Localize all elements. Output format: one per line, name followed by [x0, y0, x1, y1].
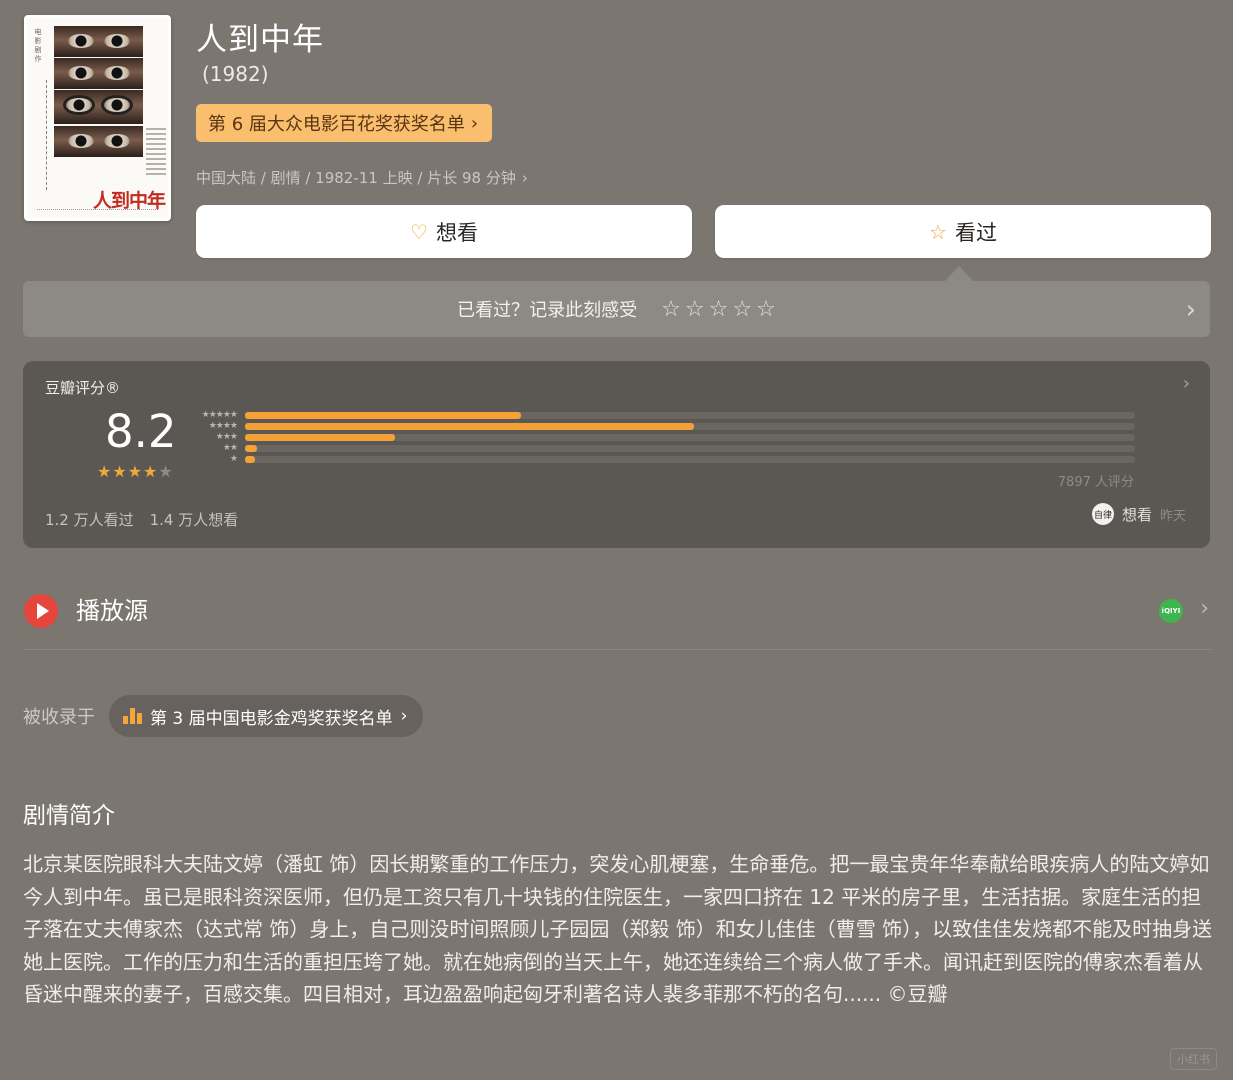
poster-eyes-image — [54, 126, 143, 157]
rating-bar-track — [245, 434, 1135, 441]
rating-bar-fill — [245, 423, 695, 430]
rating-distribution-row: ★★★★ — [191, 421, 1135, 432]
poster-side-text: 电影剧作 — [34, 28, 42, 64]
rating-count: 7897 人评分 — [1057, 475, 1134, 490]
movie-meta-text: 中国大陆 / 剧情 / 1982-11 上映 / 片长 98 分钟 — [196, 169, 516, 187]
want-count: 1.4 万人想看 — [149, 511, 239, 529]
ranking-icon — [123, 708, 142, 724]
want-to-watch-label: 想看 — [435, 220, 478, 245]
collected-list-name: 第 3 届中国电影金鸡奖获奖名单 — [150, 708, 393, 729]
play-source-title: 播放源 — [76, 597, 148, 625]
rating-row-stars: ★ — [229, 454, 238, 464]
star-filled-icon: ★ — [127, 462, 143, 481]
rating-distribution: ★★★★★ ★★★★ ★★★ ★★ ★ — [191, 410, 1135, 465]
friend-activity[interactable]: 自律 想看 昨天 — [1091, 503, 1186, 525]
rating-distribution-row: ★★★ — [191, 432, 1135, 443]
rating-bar-track — [245, 423, 1135, 430]
collected-list-chip[interactable]: 第 3 届中国电影金鸡奖获奖名单 › — [109, 695, 424, 737]
play-icon — [24, 594, 58, 628]
avatar: 自律 — [1091, 503, 1114, 525]
seen-count: 1.2 万人看过 — [45, 511, 134, 529]
star-filled-icon: ★ — [97, 462, 112, 481]
star-filled-icon: ★ — [143, 462, 158, 481]
rating-row-stars: ★★ — [222, 443, 238, 453]
synopsis-text: 北京某医院眼科大夫陆文婷（潘虹 饰）因长期繁重的工作压力，突发心肌梗塞，生命垂危… — [23, 852, 1213, 1006]
movie-poster[interactable]: 电影剧作 人到中年 — [24, 15, 171, 221]
star-filled-icon: ★ — [112, 462, 127, 481]
rating-stars-input[interactable]: ☆ ☆ ☆ ☆ ☆ — [661, 297, 776, 322]
star-outline-icon[interactable]: ☆ — [756, 297, 776, 322]
star-outline-icon[interactable]: ☆ — [709, 297, 729, 322]
heart-plus-icon: ♡ — [410, 219, 428, 244]
poster-eyes-glasses-image — [54, 90, 143, 124]
synopsis-title: 剧情简介 — [23, 803, 115, 829]
iqiyi-icon: iQIYI — [1159, 599, 1183, 623]
star-outline-icon: ☆ — [929, 219, 947, 244]
rating-row-stars: ★★★ — [215, 432, 238, 442]
star-outline-icon[interactable]: ☆ — [685, 297, 705, 322]
chevron-right-icon: › — [1200, 596, 1209, 621]
poster-eyes-image — [54, 58, 143, 89]
movie-meta[interactable]: 中国大陆 / 剧情 / 1982-11 上映 / 片长 98 分钟 › — [196, 167, 528, 188]
collected-in: 被收录于 第 3 届中国电影金鸡奖获奖名单 › — [23, 695, 424, 737]
chevron-right-icon: › — [470, 112, 479, 134]
watched-label: 看过 — [954, 220, 997, 245]
rating-label: 豆瓣评分® — [45, 379, 121, 397]
rating-distribution-row: ★★ — [191, 443, 1135, 454]
record-prompt: 已看过？记录此刻感受 — [457, 300, 638, 321]
rating-score: 8.2 — [105, 405, 177, 458]
movie-year: (1982) — [202, 62, 269, 86]
chevron-right-icon: › — [521, 168, 528, 187]
rating-stars: ★ ★ ★ ★ ★ — [97, 462, 173, 481]
chevron-right-icon[interactable]: › — [1183, 373, 1190, 394]
friend-action: 想看 — [1121, 505, 1152, 524]
rating-row-stars: ★★★★ — [208, 421, 238, 431]
collected-label: 被收录于 — [23, 707, 95, 728]
chevron-right-icon: › — [400, 706, 408, 726]
rating-row-stars: ★★★★★ — [201, 410, 238, 420]
rating-distribution-row: ★ — [191, 454, 1135, 465]
award-badge[interactable]: 第 6 届大众电影百花奖获奖名单 › — [196, 104, 493, 142]
star-outline-icon[interactable]: ☆ — [661, 297, 681, 322]
record-feeling-bar[interactable]: 已看过？记录此刻感受 ☆ ☆ ☆ ☆ ☆ › — [23, 281, 1210, 337]
chevron-right-icon: › — [1185, 295, 1196, 325]
movie-title: 人到中年 — [196, 22, 324, 58]
rating-bar-fill — [245, 434, 395, 441]
friend-time: 昨天 — [1159, 508, 1186, 524]
star-empty-icon: ★ — [158, 462, 173, 481]
award-badge-label: 第 6 届大众电影百花奖获奖名单 — [208, 114, 465, 135]
watch-stats: 1.2 万人看过 1.4 万人想看 — [45, 509, 238, 530]
rating-bar-track — [245, 456, 1135, 463]
play-source-row[interactable]: 播放源 iQIYI › — [24, 594, 1211, 649]
rating-bar-fill — [245, 445, 258, 452]
divider — [24, 649, 1211, 650]
rating-bar-track — [245, 445, 1135, 452]
watermark: 小红书 — [1170, 1048, 1217, 1070]
poster-eyes-image — [54, 26, 143, 57]
rating-bar-fill — [245, 456, 255, 463]
watched-button[interactable]: ☆ 看过 — [715, 205, 1211, 258]
douban-rating-card[interactable]: 豆瓣评分® › 8.2 ★ ★ ★ ★ ★ ★★★★★ ★★★★ ★★★ ★★ ★ 7897 人… — [23, 361, 1210, 548]
rating-distribution-row: ★★★★★ — [191, 410, 1135, 421]
star-outline-icon[interactable]: ☆ — [732, 297, 752, 322]
pointer-arrow — [945, 266, 973, 281]
rating-bar-track — [245, 412, 1135, 419]
rating-bar-fill — [245, 412, 521, 419]
want-to-watch-button[interactable]: ♡ 想看 — [196, 205, 692, 258]
